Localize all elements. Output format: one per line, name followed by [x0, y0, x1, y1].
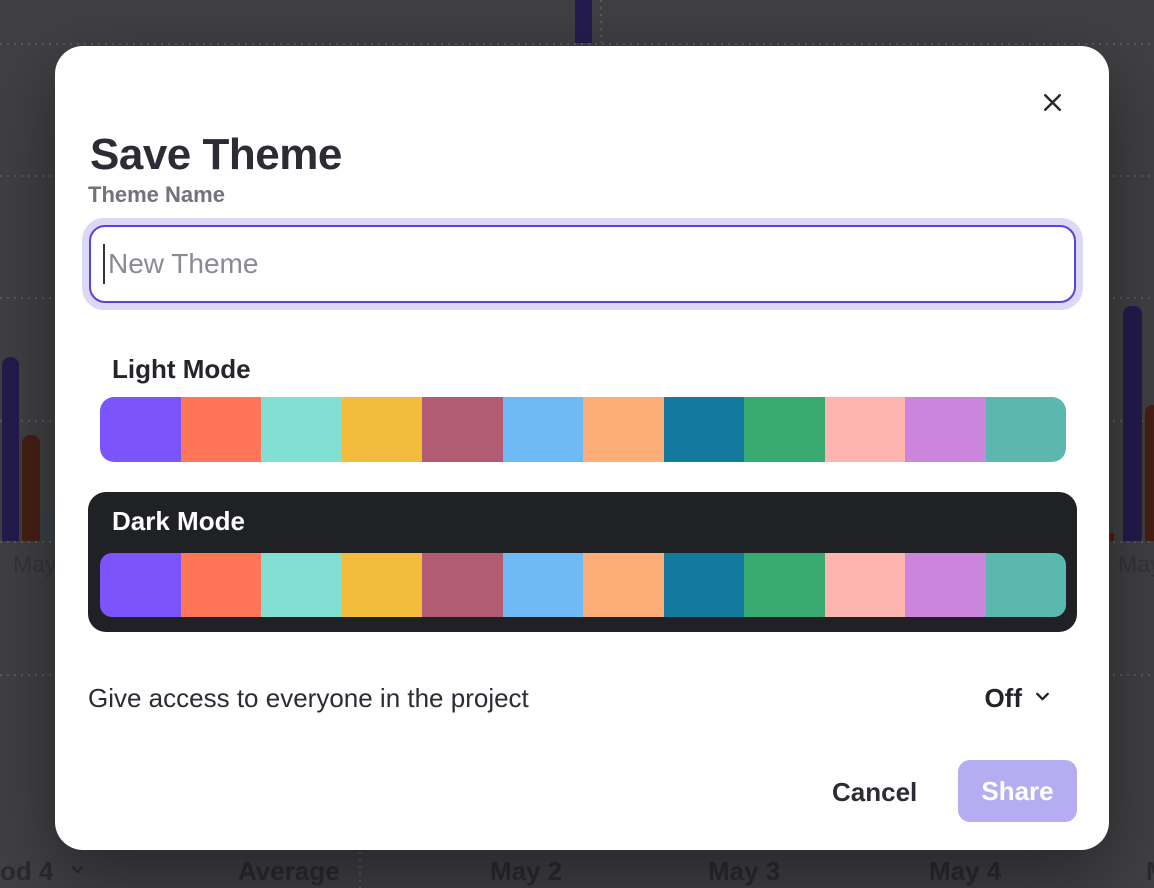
access-value: Off [984, 683, 1022, 714]
theme-name-label: Theme Name [88, 182, 225, 208]
palette-swatch [181, 397, 262, 462]
palette-swatch [583, 553, 664, 617]
light-mode-label: Light Mode [112, 354, 251, 385]
screen: May May od 4 Average May 2 May 3 May 4 M… [0, 0, 1154, 888]
palette-swatch [181, 553, 262, 617]
palette-swatch [905, 397, 986, 462]
gridline [0, 43, 1154, 45]
period-selector-label: od 4 [0, 856, 53, 887]
chart-bar [575, 0, 592, 43]
gridline-vertical [600, 0, 602, 43]
palette-swatch [583, 397, 664, 462]
save-theme-dialog: Save Theme Theme Name Light Mode Dark Mo… [55, 46, 1109, 850]
dark-palette-strip [100, 553, 1066, 617]
palette-swatch [261, 397, 342, 462]
text-caret [103, 244, 105, 284]
palette-swatch [503, 397, 584, 462]
palette-swatch [100, 397, 181, 462]
theme-name-input[interactable] [89, 225, 1076, 303]
column-label: May 3 [708, 856, 780, 887]
chevron-down-icon [69, 861, 86, 883]
palette-swatch [100, 553, 181, 617]
access-dropdown[interactable]: Off [984, 683, 1052, 714]
palette-swatch [825, 397, 906, 462]
palette-swatch [664, 397, 745, 462]
palette-swatch [503, 553, 584, 617]
column-label: May 5 [1146, 856, 1154, 887]
palette-swatch [986, 397, 1067, 462]
x-axis-label: May [13, 551, 56, 578]
palette-swatch [825, 553, 906, 617]
palette-swatch [422, 553, 503, 617]
palette-swatch [342, 553, 423, 617]
column-label: May 4 [929, 856, 1001, 887]
palette-swatch [342, 397, 423, 462]
close-icon [1039, 89, 1066, 119]
chart-bar [1123, 306, 1142, 541]
palette-swatch [905, 553, 986, 617]
palette-swatch [261, 553, 342, 617]
theme-name-focus-ring [82, 218, 1083, 310]
light-palette-strip [100, 397, 1066, 462]
dark-mode-card: Dark Mode [88, 492, 1077, 632]
access-label: Give access to everyone in the project [88, 683, 529, 714]
column-label: May 2 [490, 856, 562, 887]
palette-swatch [744, 553, 825, 617]
access-row: Give access to everyone in the project O… [88, 676, 1052, 720]
chevron-down-icon [1033, 687, 1052, 709]
close-button[interactable] [1030, 82, 1074, 126]
palette-swatch [986, 553, 1067, 617]
gridline-vertical [359, 852, 361, 888]
palette-swatch [744, 397, 825, 462]
share-button[interactable]: Share [958, 760, 1077, 822]
x-axis-label: May [1118, 551, 1154, 578]
column-label: Average [238, 856, 340, 887]
dark-mode-label: Dark Mode [112, 506, 245, 537]
palette-swatch [664, 553, 745, 617]
cancel-button[interactable]: Cancel [832, 772, 917, 812]
chart-bar [1145, 405, 1154, 541]
chart-bar [1110, 533, 1114, 541]
chart-bar [22, 435, 40, 541]
dialog-title: Save Theme [90, 130, 342, 180]
palette-swatch [422, 397, 503, 462]
chart-bar [2, 357, 19, 541]
